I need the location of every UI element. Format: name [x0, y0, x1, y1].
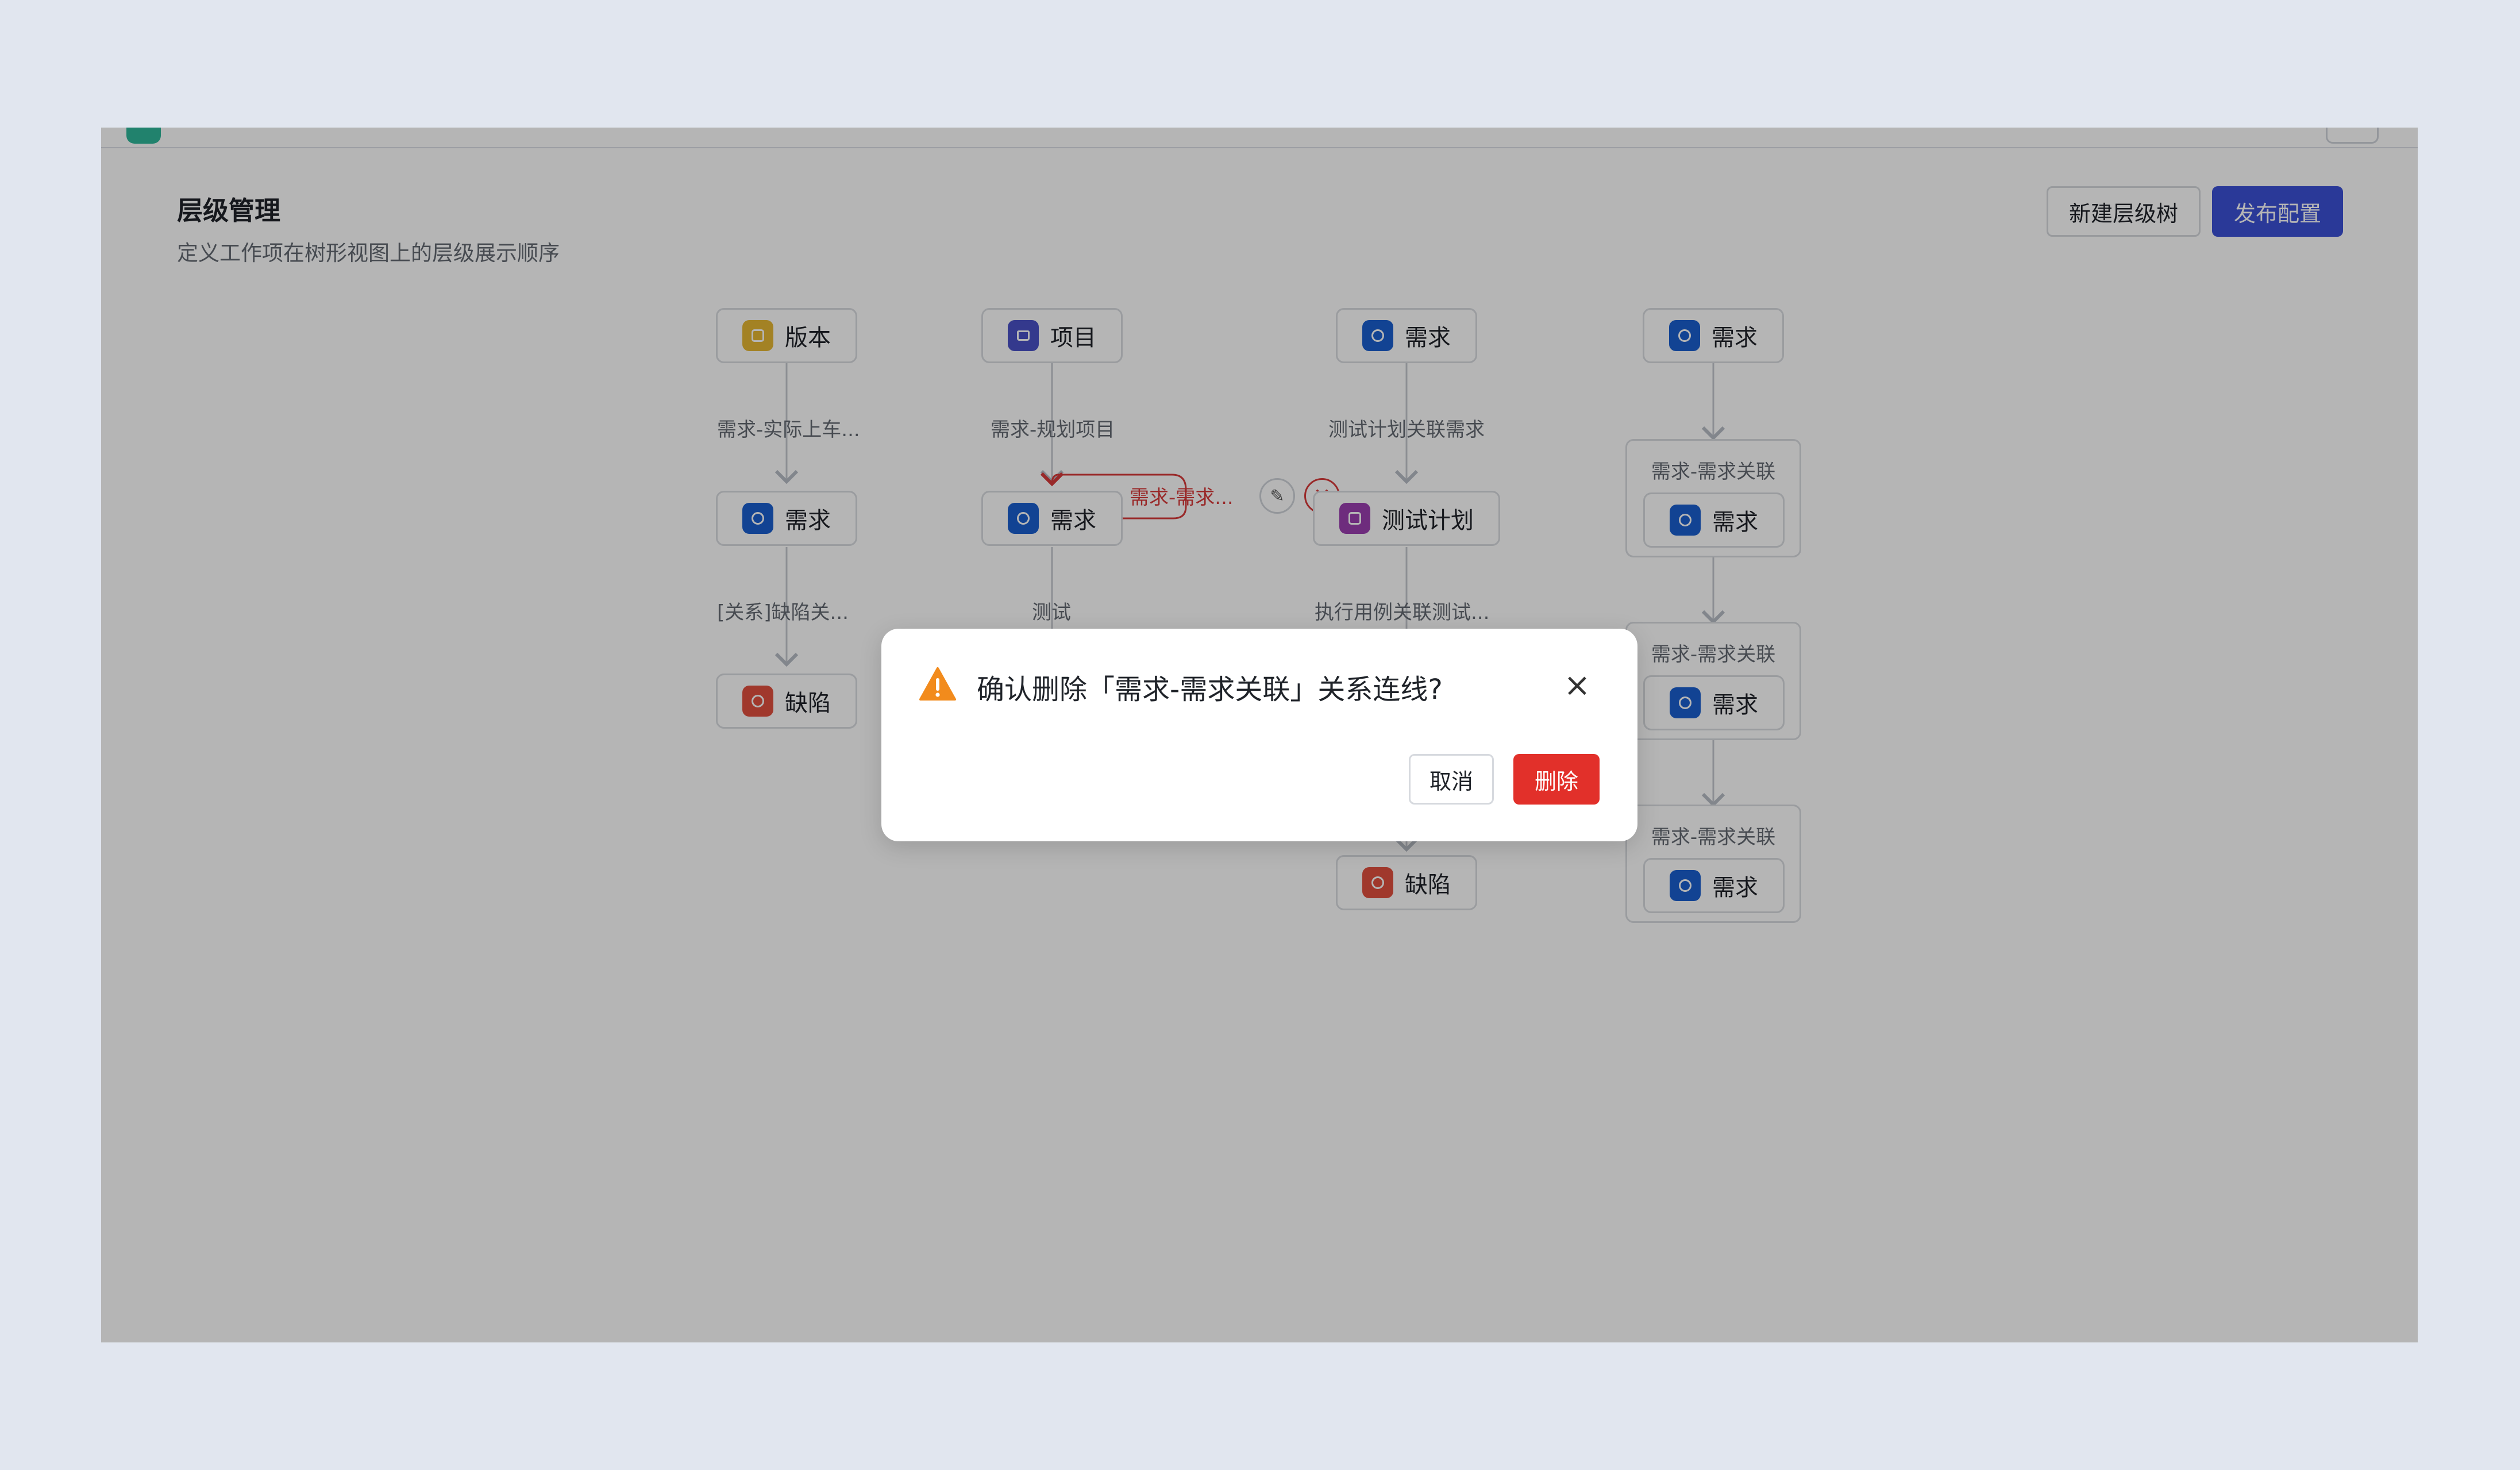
cancel-button[interactable]: 取消: [1409, 754, 1494, 805]
close-icon[interactable]: ×: [1563, 669, 1592, 702]
delete-button[interactable]: 删除: [1513, 754, 1600, 805]
warning-triangle-icon: [919, 667, 956, 701]
dialog-title: 确认删除「需求-需求关联」关系连线?: [977, 674, 1443, 706]
confirm-delete-dialog: 确认删除「需求-需求关联」关系连线? × 取消 删除: [881, 629, 1637, 841]
